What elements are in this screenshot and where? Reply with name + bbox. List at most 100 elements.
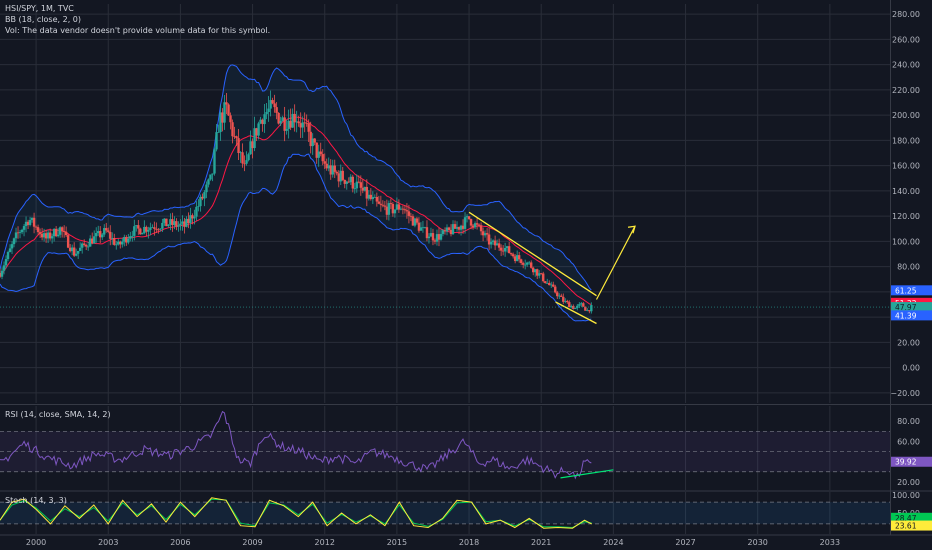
chart-canvas[interactable]: 2000 2003 2006 2009 2012 2015 2018 2021 2024 2027… (0, 0, 932, 550)
candle-body[interactable] (257, 123, 260, 136)
candle-body[interactable] (351, 176, 354, 189)
candle-body[interactable] (323, 161, 326, 164)
candle-body[interactable] (207, 179, 210, 185)
candle-body[interactable] (507, 246, 511, 254)
candle-body[interactable] (542, 273, 545, 282)
candle-body[interactable] (285, 128, 288, 131)
candle-body[interactable] (554, 286, 557, 293)
candle-body[interactable] (403, 209, 407, 211)
candle-body[interactable] (82, 243, 86, 245)
candle-body[interactable] (293, 113, 296, 123)
candle-body[interactable] (556, 292, 559, 297)
candle-body[interactable] (560, 295, 563, 297)
candle-body[interactable] (381, 204, 385, 206)
candle-body[interactable] (56, 234, 60, 237)
candle-body[interactable] (283, 117, 286, 131)
candle-body[interactable] (313, 138, 316, 143)
candle-body[interactable] (6, 252, 10, 260)
candle-body[interactable] (157, 229, 160, 231)
candle-body[interactable] (321, 154, 324, 162)
candle-body[interactable] (229, 115, 232, 123)
candle-body[interactable] (511, 254, 515, 257)
stoch-legend[interactable]: Stoch (14, 3, 3) (5, 495, 67, 506)
candle-body[interactable] (86, 246, 90, 248)
candle-body[interactable] (60, 227, 64, 232)
candle-body[interactable] (20, 229, 24, 233)
candle-body[interactable] (387, 203, 391, 215)
candle-body[interactable] (245, 160, 248, 164)
candle-body[interactable] (10, 244, 14, 249)
candle-body[interactable] (463, 217, 467, 229)
candle-body[interactable] (179, 223, 182, 226)
candle-body[interactable] (275, 107, 278, 113)
candle-body[interactable] (223, 102, 226, 123)
candle-body[interactable] (137, 225, 140, 229)
candle-body[interactable] (582, 303, 585, 307)
candle-body[interactable] (489, 241, 493, 245)
candle-body[interactable] (335, 171, 338, 174)
candle-body[interactable] (153, 227, 156, 229)
candle-body[interactable] (101, 234, 104, 238)
candle-body[interactable] (215, 132, 218, 150)
candle-body[interactable] (503, 247, 507, 252)
candle-body[interactable] (447, 227, 451, 230)
bb-legend[interactable]: BB (18, close, 2, 0) (5, 14, 270, 25)
candle-body[interactable] (211, 173, 214, 175)
candle-body[interactable] (209, 174, 212, 180)
candle-body[interactable] (147, 229, 150, 232)
candle-body[interactable] (113, 238, 116, 245)
candle-body[interactable] (544, 281, 547, 284)
candle-body[interactable] (12, 238, 16, 245)
candle-body[interactable] (109, 231, 112, 239)
candle-body[interactable] (193, 216, 196, 219)
candle-body[interactable] (469, 219, 473, 226)
candle-body[interactable] (425, 227, 429, 239)
candle-body[interactable] (95, 233, 98, 237)
candle-body[interactable] (431, 233, 435, 241)
candle-body[interactable] (393, 209, 397, 214)
candle-body[interactable] (333, 165, 336, 172)
candle-body[interactable] (265, 112, 268, 115)
candle-body[interactable] (485, 233, 489, 235)
candle-body[interactable] (197, 206, 200, 207)
candle-body[interactable] (141, 233, 144, 235)
candle-body[interactable] (439, 233, 443, 240)
candle-body[interactable] (93, 236, 96, 244)
candle-body[interactable] (235, 136, 238, 139)
candle-body[interactable] (297, 121, 300, 124)
candle-body[interactable] (479, 225, 483, 232)
candle-body[interactable] (566, 301, 569, 303)
candle-body[interactable] (247, 154, 250, 161)
candle-body[interactable] (225, 102, 228, 105)
candle-body[interactable] (74, 253, 78, 256)
candle-body[interactable] (389, 203, 393, 205)
candle-body[interactable] (407, 211, 411, 216)
symbol-legend[interactable]: HSI/SPY, 1M, TVC (5, 3, 270, 14)
candle-body[interactable] (383, 205, 387, 207)
candle-body[interactable] (76, 250, 80, 254)
candle-body[interactable] (497, 243, 501, 248)
candle-body[interactable] (241, 152, 244, 164)
candle-body[interactable] (517, 255, 521, 260)
candle-body[interactable] (273, 103, 276, 108)
candle-body[interactable] (121, 241, 124, 245)
candle-body[interactable] (2, 265, 6, 271)
candle-body[interactable] (379, 203, 383, 205)
candle-body[interactable] (203, 192, 206, 199)
candle-body[interactable] (231, 122, 234, 137)
candle-body[interactable] (427, 236, 431, 239)
candle-body[interactable] (359, 182, 363, 188)
candle-body[interactable] (271, 100, 274, 104)
candle-body[interactable] (36, 227, 40, 233)
stoch-pane[interactable] (0, 497, 890, 529)
candle-body[interactable] (167, 224, 170, 227)
candle-body[interactable] (353, 188, 356, 190)
candle-body[interactable] (574, 307, 577, 309)
candle-body[interactable] (523, 264, 527, 266)
candle-body[interactable] (355, 181, 359, 189)
candle-body[interactable] (84, 244, 88, 247)
candle-body[interactable] (377, 201, 381, 204)
candle-body[interactable] (8, 248, 12, 253)
candle-body[interactable] (217, 132, 220, 133)
candle-body[interactable] (107, 230, 110, 232)
